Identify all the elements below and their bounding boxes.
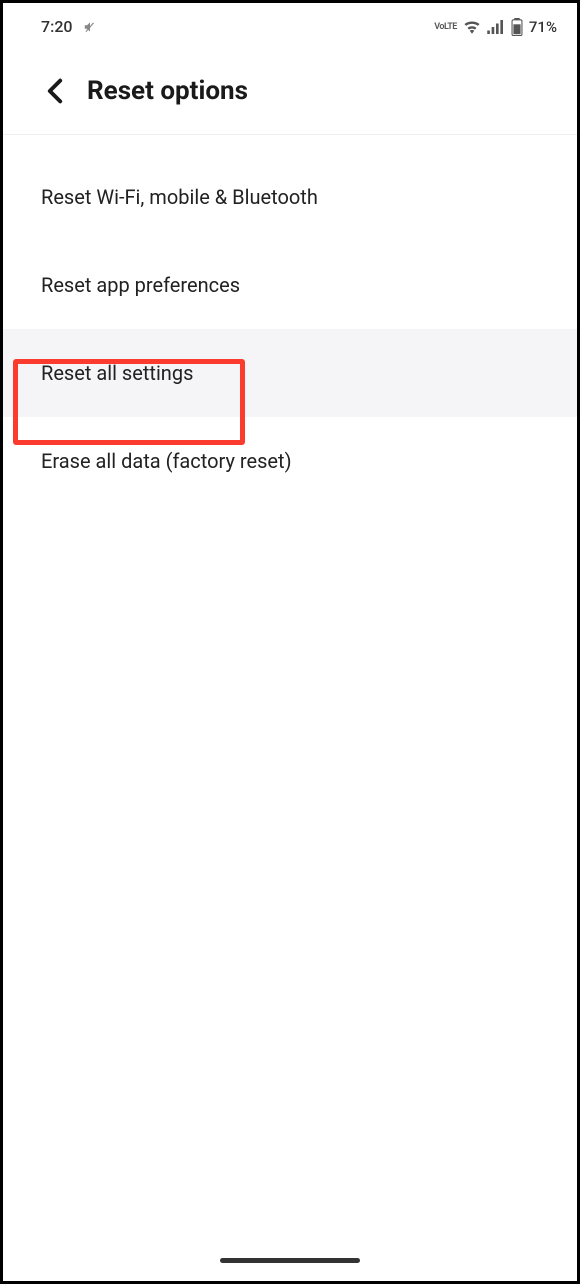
battery-icon <box>511 18 523 36</box>
back-icon[interactable] <box>41 77 69 105</box>
signal-icon <box>487 20 505 34</box>
battery-percent: 71% <box>529 18 557 36</box>
erase-all-data[interactable]: Erase all data (factory reset) <box>3 417 577 505</box>
list-item-label: Reset all settings <box>41 361 193 385</box>
status-bar: 7:20 VoLTE <box>3 3 577 44</box>
reset-app-preferences[interactable]: Reset app preferences <box>3 241 577 329</box>
reset-wifi-mobile-bluetooth[interactable]: Reset Wi-Fi, mobile & Bluetooth <box>3 153 577 241</box>
nav-bar-handle[interactable] <box>220 1258 360 1263</box>
wifi-icon <box>463 20 481 34</box>
reset-all-settings[interactable]: Reset all settings <box>3 329 577 417</box>
list-item-label: Reset Wi-Fi, mobile & Bluetooth <box>41 185 318 209</box>
options-list: Reset Wi-Fi, mobile & Bluetooth Reset ap… <box>3 135 577 505</box>
volte-icon: VoLTE <box>434 22 457 32</box>
list-item-label: Erase all data (factory reset) <box>41 449 292 473</box>
page-title: Reset options <box>87 76 248 106</box>
mute-icon <box>83 20 97 34</box>
status-time: 7:20 <box>41 17 73 36</box>
header: Reset options <box>3 44 577 135</box>
list-item-label: Reset app preferences <box>41 273 240 297</box>
